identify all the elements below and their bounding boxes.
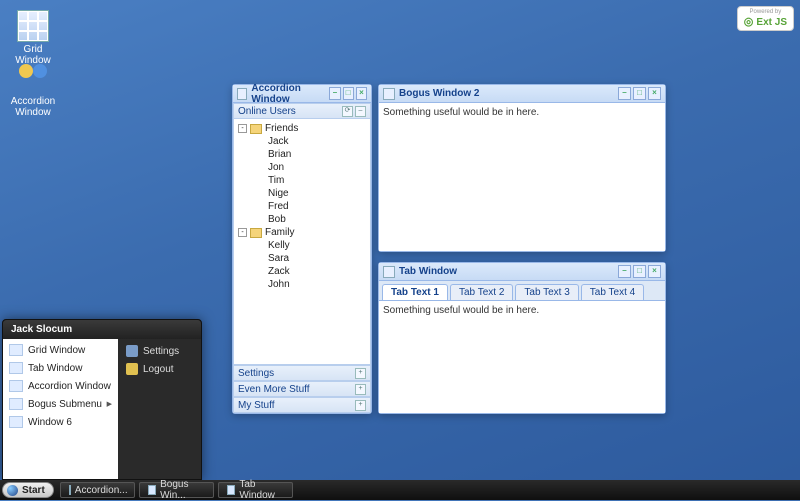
expand-icon[interactable]: + (355, 400, 366, 411)
tree-leaf[interactable]: Jon (234, 161, 370, 174)
tab-3[interactable]: Tab Text 3 (515, 284, 578, 300)
close-button[interactable]: × (648, 87, 661, 100)
tab-window[interactable]: Tab Window – □ × Tab Text 1 Tab Text 2 T… (378, 262, 666, 414)
task-icon (69, 485, 71, 495)
maximize-button[interactable]: □ (343, 87, 354, 100)
app-icon (9, 344, 23, 356)
window-icon (237, 88, 247, 100)
window-titlebar[interactable]: Bogus Window 2 – □ × (379, 85, 665, 103)
tree-leaf[interactable]: Nige (234, 187, 370, 200)
tree-leaf[interactable]: Brian (234, 148, 370, 161)
desktop-icon-label: Accordion Window (8, 96, 58, 118)
maximize-button[interactable]: □ (633, 265, 646, 278)
start-orb-icon (7, 485, 18, 496)
grid-icon (17, 10, 49, 42)
start-button[interactable]: Start (2, 482, 54, 498)
minimize-button[interactable]: – (329, 87, 340, 100)
task-button-accordion[interactable]: Accordion... (60, 482, 135, 498)
expand-icon[interactable]: + (355, 384, 366, 395)
app-icon (9, 398, 23, 410)
app-icon (9, 416, 23, 428)
tab-2[interactable]: Tab Text 2 (450, 284, 513, 300)
accordion-header-even-more[interactable]: Even More Stuff+ (233, 381, 371, 397)
window-icon (383, 266, 395, 278)
close-button[interactable]: × (356, 87, 367, 100)
start-tool-logout[interactable]: Logout (118, 360, 201, 378)
submenu-arrow-icon: ▶ (107, 400, 112, 408)
task-button-bogus[interactable]: Bogus Win... (139, 482, 214, 498)
collapse-toggle-icon[interactable]: - (238, 124, 247, 133)
maximize-button[interactable]: □ (633, 87, 646, 100)
people-icon (17, 62, 49, 94)
window-title: Tab Window (399, 266, 457, 277)
tree-node-family[interactable]: - Family (234, 226, 370, 239)
window-title: Accordion Window (251, 83, 327, 105)
tree-node-friends[interactable]: - Friends (234, 122, 370, 135)
collapse-toggle-icon[interactable]: - (238, 228, 247, 237)
accordion-header-settings[interactable]: Settings+ (233, 365, 371, 381)
start-tool-settings[interactable]: Settings (118, 342, 201, 360)
task-icon (227, 485, 236, 495)
taskbar: Start Accordion... Bogus Win... Tab Wind… (0, 480, 800, 500)
minimize-button[interactable]: – (618, 265, 631, 278)
start-menu: Jack Slocum Grid Window Tab Window Accor… (2, 319, 202, 480)
window-titlebar[interactable]: Tab Window – □ × (379, 263, 665, 281)
start-menu-tools: Settings Logout (118, 339, 201, 479)
accordion-header-online-users[interactable]: Online Users ⟳ – (233, 103, 371, 119)
bogus-window-2[interactable]: Bogus Window 2 – □ × Something useful wo… (378, 84, 666, 252)
window-body: Something useful would be in here. (379, 103, 665, 251)
window-icon (383, 88, 395, 100)
collapse-icon[interactable]: – (355, 106, 366, 117)
logout-icon (126, 363, 138, 375)
start-item-bogus-submenu[interactable]: Bogus Submenu▶ (3, 395, 118, 413)
close-button[interactable]: × (648, 265, 661, 278)
folder-icon (250, 228, 262, 238)
app-icon (9, 380, 23, 392)
tree-leaf[interactable]: Kelly (234, 239, 370, 252)
start-item-window-6[interactable]: Window 6 (3, 413, 118, 431)
body-text: Something useful would be in here. (383, 107, 539, 118)
desktop-icon-accordion-window[interactable]: Accordion Window (8, 62, 58, 118)
tree-leaf[interactable]: Zack (234, 265, 370, 278)
tab-strip: Tab Text 1 Tab Text 2 Tab Text 3 Tab Tex… (379, 281, 665, 301)
refresh-icon[interactable]: ⟳ (342, 106, 353, 117)
expand-icon[interactable]: + (355, 368, 366, 379)
tree-leaf[interactable]: Jack (234, 135, 370, 148)
tree-leaf[interactable]: Bob (234, 213, 370, 226)
accordion-body-online-users: - Friends Jack Brian Jon Tim Nige Fred B… (233, 119, 371, 365)
window-titlebar[interactable]: Accordion Window – □ × (233, 85, 371, 103)
start-item-accordion-window[interactable]: Accordion Window (3, 377, 118, 395)
tree-leaf[interactable]: Sara (234, 252, 370, 265)
extjs-badge: Powered by ◎ Ext JS (737, 6, 794, 31)
window-title: Bogus Window 2 (399, 88, 479, 99)
tree-leaf[interactable]: Fred (234, 200, 370, 213)
tab-4[interactable]: Tab Text 4 (581, 284, 644, 300)
task-button-tab-window[interactable]: Tab Window (218, 482, 293, 498)
folder-icon (250, 124, 262, 134)
window-body: Online Users ⟳ – - Friends Jack Brian Jo… (233, 103, 371, 413)
body-text: Something useful would be in here. (383, 305, 539, 316)
app-icon (9, 362, 23, 374)
start-menu-user: Jack Slocum (3, 320, 201, 339)
minimize-button[interactable]: – (618, 87, 631, 100)
tab-1[interactable]: Tab Text 1 (382, 284, 448, 300)
tree-leaf[interactable]: Tim (234, 174, 370, 187)
start-item-grid-window[interactable]: Grid Window (3, 341, 118, 359)
start-item-tab-window[interactable]: Tab Window (3, 359, 118, 377)
desktop-icon-grid-window[interactable]: Grid Window (8, 10, 58, 66)
start-menu-apps: Grid Window Tab Window Accordion Window … (3, 339, 118, 479)
task-icon (148, 485, 156, 495)
tab-body: Something useful would be in here. (379, 301, 665, 413)
tree-leaf[interactable]: John (234, 278, 370, 291)
accordion-window[interactable]: Accordion Window – □ × Online Users ⟳ – … (232, 84, 372, 414)
settings-icon (126, 345, 138, 357)
accordion-header-my-stuff[interactable]: My Stuff+ (233, 397, 371, 413)
